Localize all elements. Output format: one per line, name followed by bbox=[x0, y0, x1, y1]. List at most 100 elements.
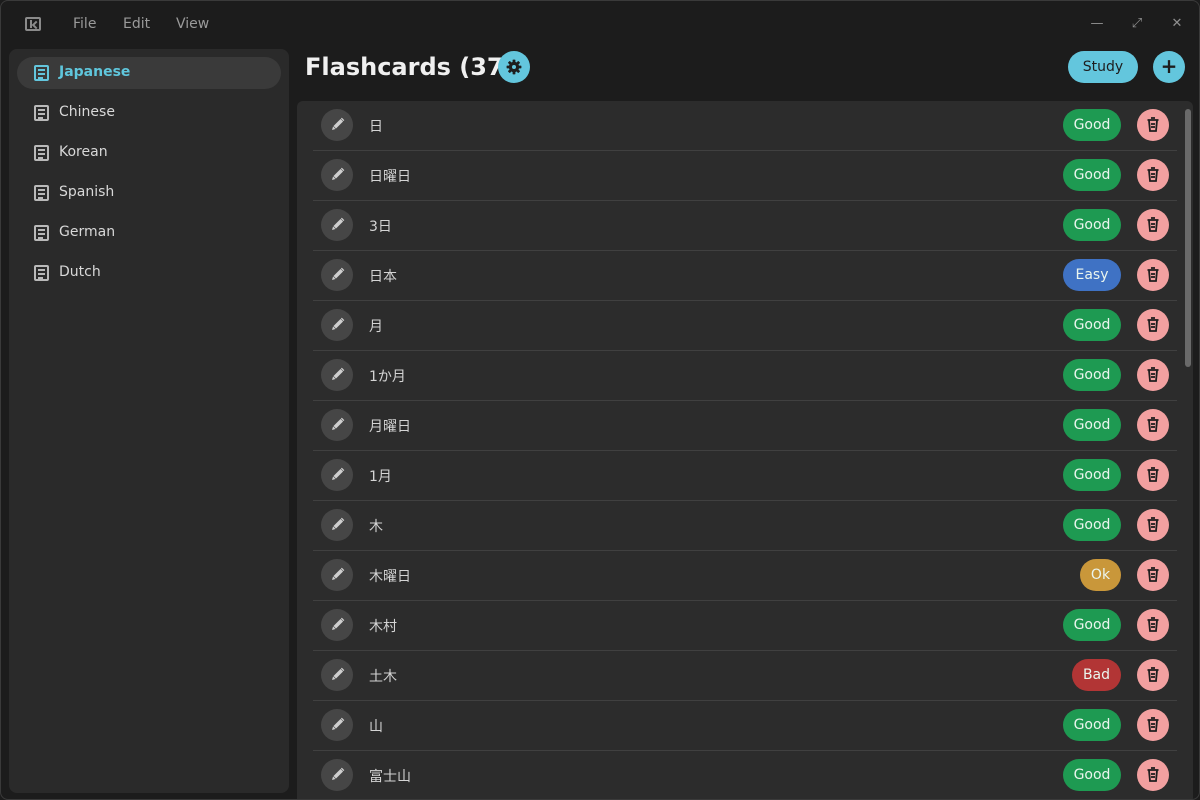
menu-edit[interactable]: Edit bbox=[123, 16, 150, 32]
flashcard-row: 3日 Good bbox=[313, 201, 1177, 251]
edit-button[interactable] bbox=[321, 409, 353, 441]
pencil-icon bbox=[321, 517, 353, 545]
edit-button[interactable] bbox=[321, 209, 353, 241]
scrollbar-thumb[interactable] bbox=[1185, 109, 1191, 367]
delete-button[interactable] bbox=[1137, 159, 1169, 191]
flashcard-row: 日 Good bbox=[313, 101, 1177, 151]
menu-file[interactable]: File bbox=[73, 16, 96, 32]
flashcard-row: 月 Good bbox=[313, 301, 1177, 351]
flashcard-row: 月曜日 Good bbox=[313, 401, 1177, 451]
delete-button[interactable] bbox=[1137, 109, 1169, 141]
flashcard-row: 日曜日 Good bbox=[313, 151, 1177, 201]
sidebar-item-dutch[interactable]: Dutch bbox=[17, 257, 281, 289]
card-word: 3日 bbox=[369, 219, 392, 235]
delete-button[interactable] bbox=[1137, 409, 1169, 441]
card-word: 日曜日 bbox=[369, 169, 411, 185]
pencil-icon bbox=[321, 417, 353, 445]
delete-button[interactable] bbox=[1137, 659, 1169, 691]
edit-button[interactable] bbox=[321, 259, 353, 291]
delete-button[interactable] bbox=[1137, 559, 1169, 591]
sidebar-item-label: Korean bbox=[59, 144, 108, 160]
delete-button[interactable] bbox=[1137, 259, 1169, 291]
card-word: 日本 bbox=[369, 269, 397, 285]
trash-icon bbox=[1137, 317, 1169, 345]
edit-button[interactable] bbox=[321, 109, 353, 141]
pencil-icon bbox=[321, 367, 353, 395]
edit-button[interactable] bbox=[321, 659, 353, 691]
edit-button[interactable] bbox=[321, 159, 353, 191]
gear-icon bbox=[506, 59, 522, 75]
sidebar-item-label: Dutch bbox=[59, 264, 101, 280]
rating-badge: Good bbox=[1063, 409, 1121, 441]
document-icon bbox=[34, 225, 49, 241]
flashcard-row: 1月 Good bbox=[313, 451, 1177, 501]
edit-button[interactable] bbox=[321, 459, 353, 491]
pencil-icon bbox=[321, 717, 353, 745]
menu-view[interactable]: View bbox=[176, 16, 209, 32]
trash-icon bbox=[1137, 517, 1169, 545]
card-word: 月 bbox=[369, 319, 383, 335]
flashcard-row: 木 Good bbox=[313, 501, 1177, 551]
flashcard-row: 日本 Easy bbox=[313, 251, 1177, 301]
document-icon bbox=[34, 105, 49, 121]
flashcard-list: 日 Good 日曜日 Good 3日 Good 日本 Easy 月 Good 1か月 Good 月曜日 G… bbox=[297, 101, 1193, 799]
sidebar: Japanese Chinese Korean Spanish German D… bbox=[9, 49, 289, 793]
card-word: 山 bbox=[369, 719, 383, 735]
trash-icon bbox=[1137, 117, 1169, 145]
rating-badge: Good bbox=[1063, 759, 1121, 791]
delete-button[interactable] bbox=[1137, 209, 1169, 241]
pencil-icon bbox=[321, 467, 353, 495]
page-title: Flashcards (37) bbox=[305, 53, 515, 81]
document-icon bbox=[34, 265, 49, 281]
study-button[interactable]: Study bbox=[1068, 51, 1138, 83]
edit-button[interactable] bbox=[321, 609, 353, 641]
edit-button[interactable] bbox=[321, 759, 353, 791]
delete-button[interactable] bbox=[1137, 509, 1169, 541]
flashcard-row: 山 Good bbox=[313, 701, 1177, 751]
edit-button[interactable] bbox=[321, 559, 353, 591]
delete-button[interactable] bbox=[1137, 459, 1169, 491]
edit-button[interactable] bbox=[321, 509, 353, 541]
rating-badge: Good bbox=[1063, 309, 1121, 341]
trash-icon bbox=[1137, 417, 1169, 445]
card-word: 1か月 bbox=[369, 369, 406, 385]
card-word: 月曜日 bbox=[369, 419, 411, 435]
close-icon[interactable]: ✕ bbox=[1168, 15, 1186, 33]
trash-icon bbox=[1137, 667, 1169, 695]
delete-button[interactable] bbox=[1137, 359, 1169, 391]
sidebar-toggle-icon[interactable] bbox=[25, 17, 41, 31]
edit-button[interactable] bbox=[321, 359, 353, 391]
card-word: 木 bbox=[369, 519, 383, 535]
sidebar-item-chinese[interactable]: Chinese bbox=[17, 97, 281, 129]
sidebar-item-label: Japanese bbox=[59, 64, 131, 80]
document-icon bbox=[34, 65, 49, 81]
sidebar-item-japanese[interactable]: Japanese bbox=[17, 57, 281, 89]
minimize-icon[interactable]: — bbox=[1088, 15, 1106, 33]
document-icon bbox=[34, 185, 49, 201]
pencil-icon bbox=[321, 167, 353, 195]
sidebar-item-spanish[interactable]: Spanish bbox=[17, 177, 281, 209]
delete-button[interactable] bbox=[1137, 609, 1169, 641]
sidebar-item-german[interactable]: German bbox=[17, 217, 281, 249]
delete-button[interactable] bbox=[1137, 759, 1169, 791]
edit-button[interactable] bbox=[321, 709, 353, 741]
delete-button[interactable] bbox=[1137, 709, 1169, 741]
add-card-button[interactable]: + bbox=[1153, 51, 1185, 83]
delete-button[interactable] bbox=[1137, 309, 1169, 341]
card-word: 富士山 bbox=[369, 769, 411, 785]
card-word: 木曜日 bbox=[369, 569, 411, 585]
edit-button[interactable] bbox=[321, 309, 353, 341]
pencil-icon bbox=[321, 267, 353, 295]
card-word: 日 bbox=[369, 119, 383, 135]
rating-badge: Good bbox=[1063, 459, 1121, 491]
rating-badge: Good bbox=[1063, 509, 1121, 541]
trash-icon bbox=[1137, 767, 1169, 795]
trash-icon bbox=[1137, 167, 1169, 195]
sidebar-item-korean[interactable]: Korean bbox=[17, 137, 281, 169]
trash-icon bbox=[1137, 217, 1169, 245]
settings-button[interactable] bbox=[498, 51, 530, 83]
flashcard-row: 木曜日 Ok bbox=[313, 551, 1177, 601]
maximize-icon[interactable]: ⤢ bbox=[1128, 15, 1146, 33]
flashcard-row: 木村 Good bbox=[313, 601, 1177, 651]
rating-badge: Ok bbox=[1080, 559, 1121, 591]
